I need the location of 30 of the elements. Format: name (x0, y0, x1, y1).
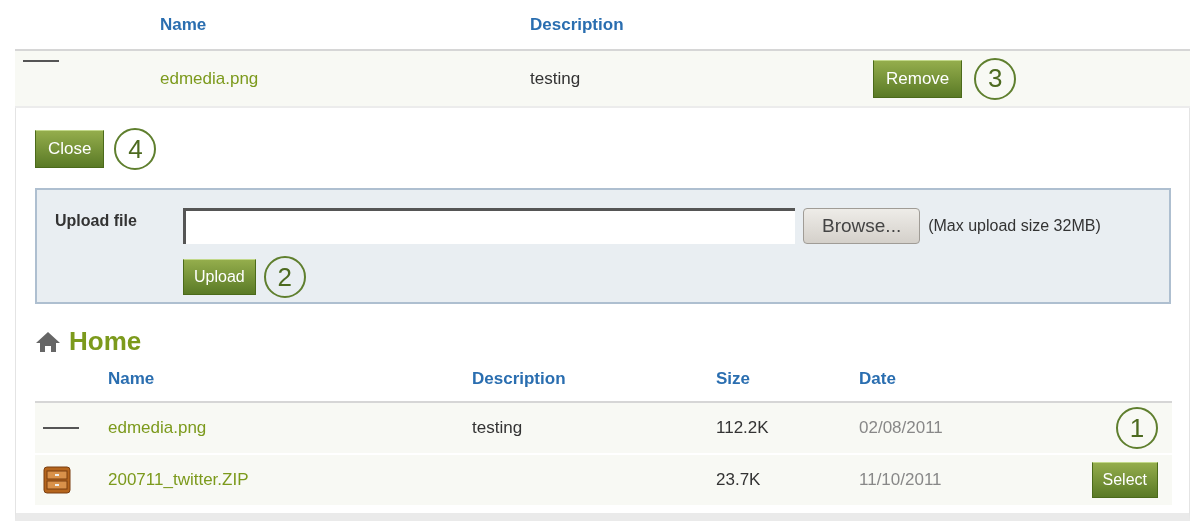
upload-size-note: (Max upload size 32MB) (928, 217, 1101, 235)
select-button[interactable]: Select (1091, 462, 1158, 498)
column-header: Name (160, 14, 208, 35)
file-link[interactable]: 200711_twitter.ZIP (108, 470, 472, 490)
column-header: Description (530, 14, 625, 35)
callout-number: 3 (974, 57, 1017, 100)
callout-number: 2 (263, 256, 306, 298)
field-label: Upload file (55, 211, 138, 231)
browse-button[interactable]: Browse... (803, 208, 921, 244)
remove-button[interactable]: Remove (873, 59, 963, 98)
date-cell-text: 02/08/2011 (859, 418, 944, 438)
upload-button[interactable]: Upload (183, 259, 256, 295)
column-header: Description (472, 369, 567, 389)
cabinet-icon (43, 466, 71, 494)
folder-heading: Home (69, 326, 142, 357)
file-link[interactable]: edmedia.png (160, 68, 530, 89)
file-field[interactable] (183, 208, 795, 244)
callout-number: 1 (1116, 407, 1158, 449)
table-cell-text: 23.7K (716, 470, 762, 490)
table-cell-text: testing (530, 68, 582, 89)
column-header: Size (716, 369, 752, 389)
callout-number: 4 (114, 128, 157, 170)
column-header: Name (108, 369, 156, 389)
date-cell-text: 11/10/2011 (859, 470, 943, 490)
home-icon (35, 330, 61, 353)
close-button[interactable]: Close (35, 130, 105, 168)
table-cell-text: 112.2K (716, 418, 770, 438)
file-link[interactable]: edmedia.png (108, 418, 472, 438)
column-header: Date (859, 369, 897, 389)
table-cell-text: testing (472, 418, 524, 438)
